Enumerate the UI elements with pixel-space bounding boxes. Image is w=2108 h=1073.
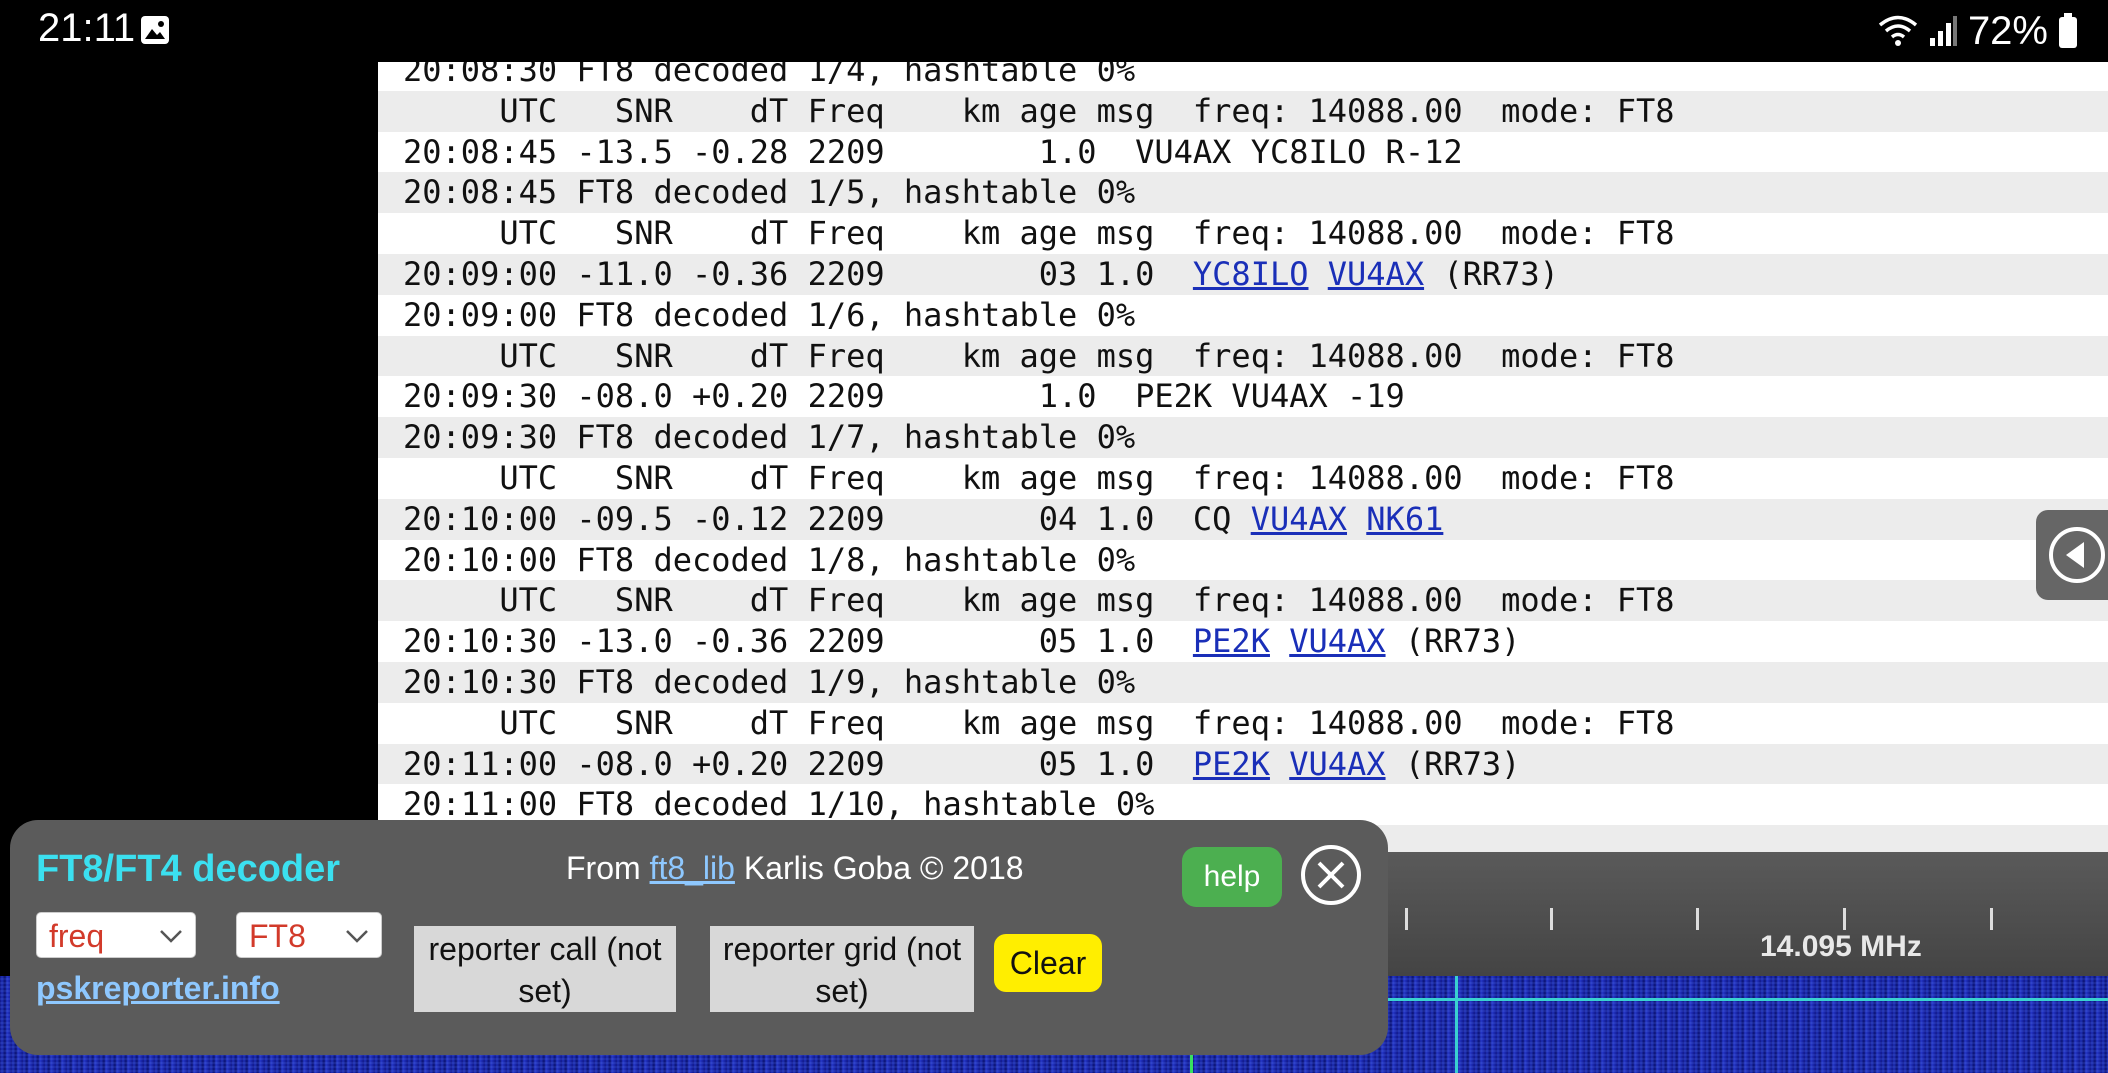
credit-suffix: Karlis Goba © 2018	[734, 850, 1024, 886]
callsign-link[interactable]: PE2K	[1193, 745, 1270, 783]
log-row: 20:11:00 -08.0 +0.20 2209 05 1.0 PE2K VU…	[378, 743, 2108, 785]
log-row: 20:09:00 -11.0 -0.36 2209 03 1.0 YC8ILO …	[378, 253, 2108, 295]
log-row-text: 20:10:30 FT8 decoded 1/9, hashtable 0%	[403, 662, 1136, 701]
waterfall-scale[interactable]	[1380, 852, 2108, 976]
status-bar: 21:11 72%	[0, 0, 2108, 62]
log-row: 20:09:30 -08.0 +0.20 2209 1.0 PE2K VU4AX…	[403, 376, 2108, 417]
scale-tick	[1405, 908, 1408, 930]
log-row-text: 20:08:30 FT8 decoded 1/4, hashtable 0%	[403, 62, 1136, 89]
decoder-panel: FT8/FT4 decoder From ft8_lib Karlis Goba…	[10, 820, 1388, 1055]
log-row-text: 20:09:00 -11.0 -0.36 2209 03 1.0	[403, 254, 1193, 293]
scale-tick	[1696, 908, 1699, 930]
log-row-text: 20:10:00 -09.5 -0.12 2209 04 1.0 CQ	[403, 499, 1251, 538]
battery-icon	[2059, 13, 2077, 48]
log-row: 20:10:00 -09.5 -0.12 2209 04 1.0 CQ VU4A…	[378, 498, 2108, 540]
log-row-suffix: (RR73)	[1385, 622, 1521, 661]
log-row-text: 20:08:45 FT8 decoded 1/5, hashtable 0%	[403, 173, 1136, 212]
callsign-link[interactable]: VU4AX	[1251, 500, 1347, 538]
collapse-left-icon	[2049, 527, 2105, 583]
log-row-text: 20:11:00 FT8 decoded 1/10, hashtable 0%	[403, 785, 1155, 824]
log-row-suffix: (RR73)	[1424, 254, 1559, 293]
log-row-text: UTC SNR dT Freq km age msg freq: 14088.0…	[403, 703, 1675, 742]
decoder-log[interactable]: 20:08:30 FT8 decoded 1/4, hashtable 0% U…	[378, 62, 2108, 852]
reporter-call-button[interactable]: reporter call (not set)	[414, 926, 676, 1012]
sort-select-value: freq	[49, 918, 105, 954]
log-row-text: 20:10:00 FT8 decoded 1/8, hashtable 0%	[403, 540, 1136, 579]
log-row-text: 20:09:30 -08.0 +0.20 2209 1.0 PE2K VU4AX…	[403, 377, 1405, 416]
log-row-text: UTC SNR dT Freq km age msg freq: 14088.0…	[403, 91, 1675, 130]
signal-icon	[1929, 16, 1957, 46]
callsign-link[interactable]: NK61	[1366, 500, 1443, 538]
waterfall-marker	[1380, 998, 2108, 1001]
log-row: 20:08:45 -13.5 -0.28 2209 1.0 VU4AX YC8I…	[403, 132, 2108, 173]
log-row: UTC SNR dT Freq km age msg freq: 14088.0…	[378, 90, 2108, 132]
log-row-text: 20:10:30 -13.0 -0.36 2209 05 1.0	[403, 622, 1193, 661]
callsign-link[interactable]: VU4AX	[1289, 622, 1385, 660]
clear-button[interactable]: Clear	[994, 934, 1102, 992]
scale-tick	[1550, 908, 1553, 930]
log-row-text: 20:09:30 FT8 decoded 1/7, hashtable 0%	[403, 418, 1136, 457]
panel-credit: From ft8_lib Karlis Goba © 2018	[566, 850, 1024, 887]
log-row: 20:10:30 -13.0 -0.36 2209 05 1.0 PE2K VU…	[403, 621, 2108, 662]
decoder-log-rows: 20:08:30 FT8 decoded 1/4, hashtable 0% U…	[378, 62, 2108, 852]
ft8-lib-link[interactable]: ft8_lib	[650, 850, 735, 886]
log-row: 20:10:30 FT8 decoded 1/9, hashtable 0%	[378, 661, 2108, 703]
log-row: UTC SNR dT Freq km age msg freq: 14088.0…	[403, 213, 2108, 254]
log-row: UTC SNR dT Freq km age msg freq: 14088.0…	[378, 335, 2108, 377]
sort-select[interactable]: freq	[36, 912, 196, 958]
log-row-text: 20:11:00 -08.0 +0.20 2209 05 1.0	[403, 744, 1193, 783]
panel-title: FT8/FT4 decoder	[36, 848, 341, 890]
log-row: 20:09:00 FT8 decoded 1/6, hashtable 0%	[403, 295, 2108, 336]
waterfall-freq-label: 14.095 MHz	[1760, 930, 1922, 963]
help-button[interactable]: help	[1182, 847, 1282, 907]
log-row: 20:10:00 FT8 decoded 1/8, hashtable 0%	[403, 540, 2108, 581]
pskreporter-link[interactable]: pskreporter.info	[36, 970, 280, 1007]
log-row-text: UTC SNR dT Freq km age msg freq: 14088.0…	[403, 581, 1675, 620]
log-row-text: 20:08:45 -13.5 -0.28 2209 1.0 VU4AX YC8I…	[403, 132, 1463, 171]
scale-tick	[1990, 908, 1993, 930]
log-row-suffix: (RR73)	[1385, 744, 1521, 783]
status-icons: 72%	[1878, 4, 2078, 58]
log-row-text: UTC SNR dT Freq km age msg freq: 14088.0…	[403, 458, 1675, 497]
reporter-grid-button[interactable]: reporter grid (not set)	[710, 926, 974, 1012]
mode-select-value: FT8	[249, 918, 306, 954]
log-row-text: UTC SNR dT Freq km age msg freq: 14088.0…	[403, 336, 1675, 375]
chevron-down-icon	[160, 930, 182, 943]
log-row: 20:08:45 FT8 decoded 1/5, hashtable 0%	[378, 172, 2108, 214]
callsign-link[interactable]: VU4AX	[1289, 745, 1385, 783]
mode-select[interactable]: FT8	[236, 912, 382, 958]
log-row: UTC SNR dT Freq km age msg freq: 14088.0…	[403, 703, 2108, 744]
callsign-link[interactable]: PE2K	[1193, 622, 1270, 660]
scale-tick	[1843, 908, 1846, 930]
close-icon[interactable]	[1300, 844, 1362, 906]
callsign-link[interactable]: YC8ILO	[1193, 255, 1309, 293]
log-row: 20:09:30 FT8 decoded 1/7, hashtable 0%	[378, 417, 2108, 458]
log-row: 20:08:30 FT8 decoded 1/4, hashtable 0%	[403, 62, 2108, 91]
callsign-link[interactable]: VU4AX	[1328, 255, 1424, 293]
waterfall-tuning-line	[1455, 976, 1458, 1073]
log-row: UTC SNR dT Freq km age msg freq: 14088.0…	[403, 458, 2108, 499]
log-row: UTC SNR dT Freq km age msg freq: 14088.0…	[378, 580, 2108, 622]
waterfall-signal-line	[1190, 1055, 1193, 1073]
log-row-text: UTC SNR dT Freq km age msg freq: 14088.0…	[403, 214, 1675, 253]
side-panel-toggle[interactable]	[2036, 510, 2108, 600]
log-row-text: 20:09:00 FT8 decoded 1/6, hashtable 0%	[403, 295, 1136, 334]
credit-prefix: From	[566, 850, 650, 886]
chevron-down-icon	[346, 930, 368, 943]
wifi-icon	[1878, 15, 1918, 46]
image-icon	[141, 16, 169, 44]
status-time: 21:11	[38, 6, 136, 50]
battery-percent: 72%	[1967, 8, 2048, 53]
